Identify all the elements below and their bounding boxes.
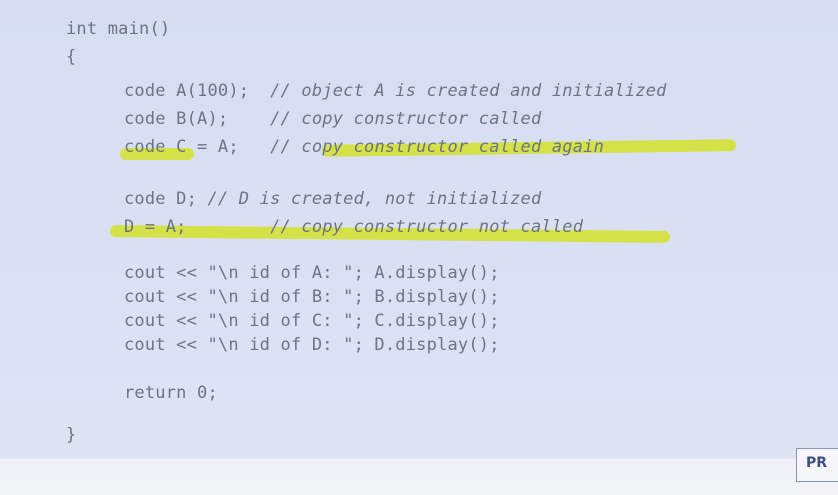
code-text: cout << "\n id of C: "; C.display(); [124, 311, 500, 331]
code-line-object-b: code B(A); // copy constructor called [124, 108, 541, 130]
slide-page: int main() { code A(100); // object A is… [0, 0, 838, 495]
code-text: code B(A); [124, 109, 271, 129]
code-line-main: int main() [66, 18, 170, 40]
code-line-cout-d: cout << "\n id of D: "; D.display(); [124, 334, 500, 356]
code-comment: // object A is created and initialized [270, 81, 667, 101]
code-text: D = A; [124, 217, 271, 237]
pr-nav-button[interactable]: PR [796, 448, 838, 482]
code-text: code D; [124, 189, 208, 209]
code-text: return 0; [124, 383, 218, 403]
code-line-cout-b: cout << "\n id of B: "; B.display(); [124, 286, 500, 308]
code-comment: // copy constructor called [270, 109, 542, 129]
code-text: code C = A; [124, 137, 271, 157]
code-text: cout << "\n id of B: "; B.display(); [124, 287, 500, 307]
code-text: cout << "\n id of D: "; D.display(); [124, 335, 500, 355]
code-comment: // D is created, not initialized [207, 189, 542, 209]
code-line-cout-c: cout << "\n id of C: "; C.display(); [124, 310, 500, 332]
code-line-return: return 0; [124, 382, 218, 404]
code-text: cout << "\n id of A: "; A.display(); [124, 263, 500, 283]
pr-button-label: PR [806, 455, 828, 471]
code-listing: int main() { code A(100); // object A is… [0, 0, 838, 460]
code-line-open-brace: { [66, 46, 76, 68]
code-text: int main() [66, 19, 171, 39]
code-text: } [66, 425, 77, 445]
code-line-assign-d: D = A; // copy constructor not called [124, 216, 583, 238]
code-comment: // copy constructor called again [270, 137, 605, 157]
code-line-object-a: code A(100); // object A is created and … [124, 80, 667, 102]
code-comment: // copy constructor not called [270, 217, 584, 237]
bottom-band [0, 458, 838, 495]
code-line-object-d: code D; // D is created, not initialized [124, 188, 541, 210]
code-text: { [66, 47, 77, 67]
code-text: code A(100); [124, 81, 271, 101]
code-line-object-c: code C = A; // copy constructor called a… [124, 136, 604, 158]
code-line-cout-a: cout << "\n id of A: "; A.display(); [124, 262, 500, 284]
code-line-close-brace: } [66, 424, 76, 446]
